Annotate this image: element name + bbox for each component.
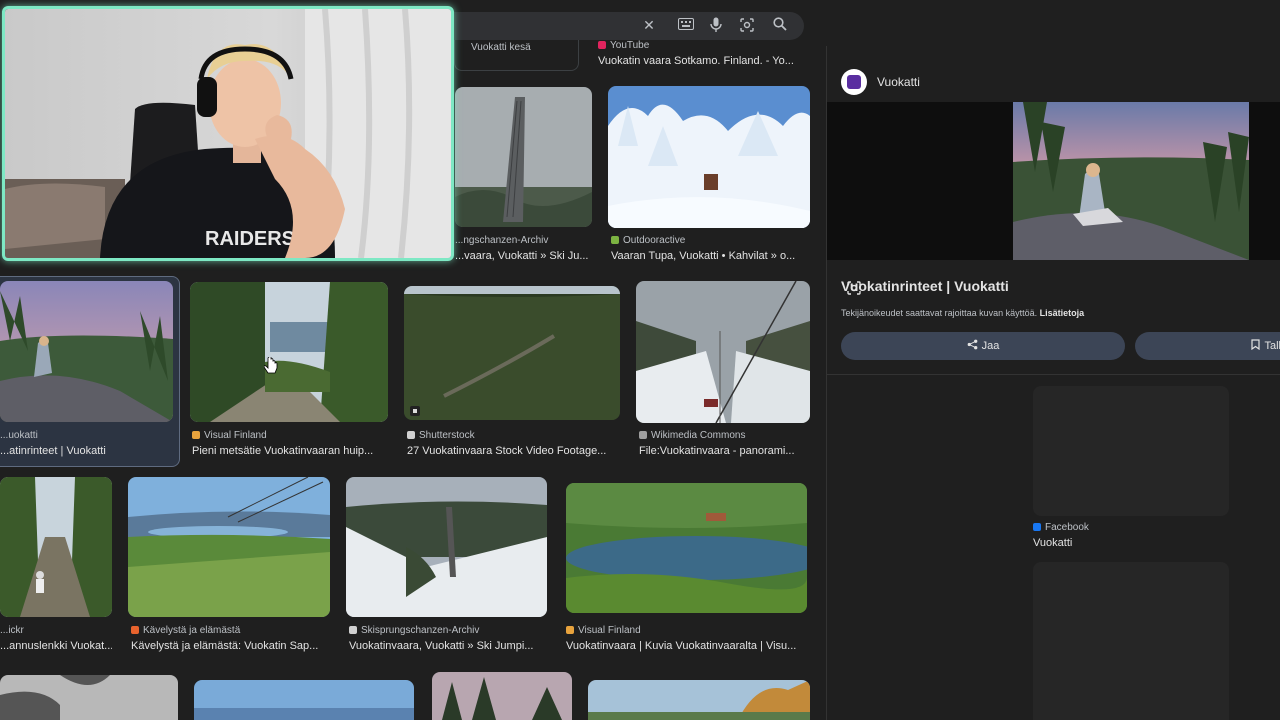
result-title[interactable]: ...annuslenkki Vuokat... xyxy=(0,640,112,652)
preview-image[interactable] xyxy=(827,102,1280,295)
result-source: Skisprungschanzen-Archiv xyxy=(349,625,549,636)
related-image-placeholder[interactable] xyxy=(1033,562,1229,720)
share-button[interactable]: Jaa xyxy=(841,332,1125,360)
panel-title[interactable]: Vuokatinrinteet | Vuokatti xyxy=(841,278,1009,294)
result-image-selected[interactable] xyxy=(0,281,173,422)
result-image[interactable] xyxy=(0,675,178,720)
result-source: ...uokatti xyxy=(0,430,38,441)
result-image[interactable] xyxy=(0,477,112,617)
result-image[interactable] xyxy=(194,680,414,720)
panel-site-name[interactable]: Vuokatti xyxy=(877,75,920,89)
result-image[interactable] xyxy=(566,483,807,613)
result-title[interactable]: Vuokatin vaara Sotkamo. Finland. - Yo... xyxy=(598,55,803,67)
result-image[interactable] xyxy=(588,680,810,720)
outdooractive-icon xyxy=(611,236,619,244)
result-image[interactable] xyxy=(346,477,547,617)
result-source: Visual Finland xyxy=(566,625,806,636)
result-title[interactable]: Vaaran Tupa, Vuokatti • Kahvilat » o... xyxy=(611,250,807,262)
result-source: ...ngschanzen-Archiv xyxy=(455,235,549,246)
result-image[interactable] xyxy=(190,282,388,422)
result-title[interactable]: Pieni metsätie Vuokatinvaaran huip... xyxy=(192,445,388,457)
divider xyxy=(827,374,1280,375)
facebook-icon xyxy=(1033,523,1041,531)
webcam-overlay: RAIDERS xyxy=(2,6,454,261)
bookmark-icon xyxy=(1251,339,1261,351)
search-icon[interactable] xyxy=(771,17,789,35)
related-source: Facebook xyxy=(1033,522,1229,533)
result-title[interactable]: Vuokatinvaara | Kuvia Vuokatinvaaralta |… xyxy=(566,640,806,652)
result-image[interactable] xyxy=(636,281,810,423)
result-image[interactable] xyxy=(455,87,592,227)
related-title[interactable]: Vuokatti xyxy=(1033,537,1229,549)
related-search-label: Vuokatti kesä xyxy=(471,42,531,53)
learn-more-link[interactable]: Lisätietoja xyxy=(1040,308,1085,318)
skisprungschanzen-icon xyxy=(349,626,357,634)
result-title[interactable]: Vuokatinvaara, Vuokatti » Ski Jumpi... xyxy=(349,640,547,652)
image-detail-panel: Vuokatti Vuokatinrinteet | Vuokatti Teki… xyxy=(826,46,1280,720)
result-source: Kävelystä ja elämästä xyxy=(131,625,331,636)
result-title[interactable]: ...atinrinteet | Vuokatti xyxy=(0,445,175,457)
result-image[interactable] xyxy=(404,286,620,420)
mic-icon[interactable] xyxy=(707,17,725,35)
site-logo-icon xyxy=(841,69,867,95)
related-search-chip[interactable]: Vuokatti kesä xyxy=(454,40,579,71)
shirt-text: RAIDERS xyxy=(205,228,295,250)
result-source: Visual Finland xyxy=(192,430,392,441)
search-box[interactable]: ✕ xyxy=(420,12,804,40)
visual-finland-icon xyxy=(566,626,574,634)
youtube-icon xyxy=(598,41,606,49)
wikimedia-icon xyxy=(639,431,647,439)
result-title[interactable]: Kävelystä ja elämästä: Vuokatin Sap... xyxy=(131,640,329,652)
result-source: ...ickr xyxy=(0,625,24,636)
shutterstock-icon xyxy=(407,431,415,439)
visual-finland-icon xyxy=(192,431,200,439)
blog-icon xyxy=(131,626,139,634)
share-icon xyxy=(967,339,977,350)
result-image[interactable] xyxy=(128,477,330,617)
result-source: Outdooractive xyxy=(611,235,811,246)
related-image-placeholder[interactable] xyxy=(1033,386,1229,516)
result-image[interactable] xyxy=(608,86,810,228)
camera-lens-icon[interactable] xyxy=(738,17,756,35)
result-title[interactable]: 27 Vuokatinvaara Stock Video Footage... xyxy=(407,445,621,457)
result-title[interactable]: File:Vuokatinvaara - panorami... xyxy=(639,445,811,457)
result-image[interactable] xyxy=(432,672,572,720)
save-button[interactable]: Tall xyxy=(1135,332,1280,360)
result-source: Wikimedia Commons xyxy=(639,430,811,441)
keyboard-icon[interactable] xyxy=(677,17,695,35)
result-source: Shutterstock xyxy=(407,430,617,441)
copyright-note: Tekijänoikeudet saattavat rajoittaa kuva… xyxy=(841,308,1085,318)
close-icon[interactable]: ✕ xyxy=(640,17,658,35)
result-source: YouTube xyxy=(598,40,798,51)
mouse-cursor-icon xyxy=(264,357,278,374)
result-title[interactable]: ...vaara, Vuokatti » Ski Ju... xyxy=(455,250,595,262)
